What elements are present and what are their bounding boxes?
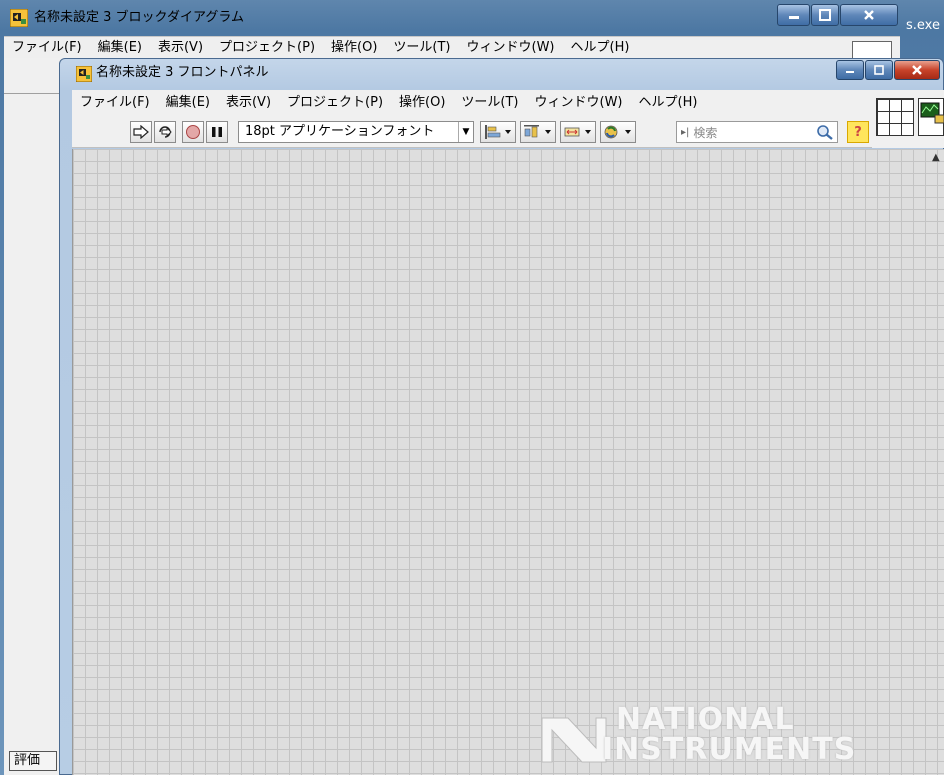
bd-minimize-button[interactable]: [777, 4, 810, 26]
bd-menu-help[interactable]: ヘルプ(H): [563, 38, 638, 58]
stop-icon: [186, 125, 200, 139]
distribute-objects-button[interactable]: [520, 121, 556, 143]
run-continuously-button[interactable]: [154, 121, 176, 143]
fp-menu-window[interactable]: ウィンドウ(W): [527, 93, 631, 113]
maximize-icon: [874, 65, 884, 75]
block-diagram-title: 名称未設定 3 ブロックダイアグラム: [34, 10, 244, 25]
fp-menu-file[interactable]: ファイル(F): [72, 93, 158, 113]
connector-pane[interactable]: [876, 98, 914, 136]
pause-button[interactable]: [206, 121, 228, 143]
national-instruments-watermark: NATIONAL INSTRUMENTS: [538, 700, 855, 775]
font-select-value: 18pt アプリケーションフォント: [245, 124, 435, 139]
minimize-icon: [846, 71, 854, 73]
font-select[interactable]: 18pt アプリケーションフォント ▼: [238, 121, 474, 143]
context-help-button[interactable]: ?: [847, 121, 869, 143]
minimize-icon: [788, 16, 799, 19]
distribute-icon: [524, 125, 551, 138]
bd-menu-window[interactable]: ウィンドウ(W): [459, 38, 563, 58]
front-panel-app-icon: [75, 65, 93, 83]
search-caret-icon: ▸|: [681, 126, 690, 138]
fp-menu-view[interactable]: 表示(V): [218, 93, 279, 113]
search-input[interactable]: ▸| 検索: [676, 121, 838, 143]
search-icon: [817, 125, 833, 140]
close-icon: [912, 65, 922, 75]
reorder-icon: [604, 125, 631, 139]
watermark-line-2: INSTRUMENTS: [602, 732, 857, 767]
resize-icon: [564, 127, 591, 137]
align-icon: [485, 125, 511, 139]
bd-menu-file[interactable]: ファイル(F): [4, 38, 90, 58]
fp-minimize-button[interactable]: [836, 60, 864, 80]
dropdown-arrow-icon: ▼: [458, 122, 473, 142]
bd-menu-tools[interactable]: ツール(T): [385, 38, 458, 58]
watermark-line-1: NATIONAL: [616, 702, 795, 737]
bd-menu-edit[interactable]: 編集(E): [90, 38, 150, 58]
fp-icon-pane: [872, 90, 944, 148]
bd-menu-operate[interactable]: 操作(O): [323, 38, 385, 58]
fp-maximize-button[interactable]: [865, 60, 893, 80]
resize-objects-button[interactable]: [560, 121, 596, 143]
front-panel-menubar: ファイル(F) 編集(E) 表示(V) プロジェクト(P) 操作(O) ツール(…: [72, 90, 872, 116]
bd-close-button[interactable]: [840, 4, 898, 26]
run-button[interactable]: [130, 121, 152, 143]
bd-toolbar-divider: [4, 93, 64, 94]
ni-logo-icon: [541, 717, 607, 763]
bd-maximize-button[interactable]: [811, 4, 839, 26]
vi-icon[interactable]: [918, 98, 944, 136]
scroll-up-arrow-icon[interactable]: ▲: [932, 152, 942, 164]
labview-app-icon: [9, 8, 29, 28]
front-panel-canvas[interactable]: [72, 149, 944, 775]
close-icon: [864, 10, 874, 20]
evaluation-status-label: 評価: [9, 751, 57, 771]
abort-button[interactable]: [182, 121, 204, 143]
background-exe-label: s.exe: [906, 18, 940, 33]
bd-menu-project[interactable]: プロジェクト(P): [211, 38, 323, 58]
reorder-button[interactable]: [600, 121, 636, 143]
run-arrow-icon: [133, 125, 149, 139]
search-placeholder: 検索: [693, 125, 718, 140]
fp-menu-help[interactable]: ヘルプ(H): [631, 93, 706, 113]
front-panel-title: 名称未設定 3 フロントパネル: [96, 65, 269, 80]
fp-menu-operate[interactable]: 操作(O): [391, 93, 453, 113]
run-continuously-icon: [159, 126, 172, 138]
pause-icon: [212, 127, 222, 137]
front-panel-toolbar: 18pt アプリケーションフォント ▼ ▸| 検索 ?: [72, 116, 872, 148]
align-objects-button[interactable]: [480, 121, 516, 143]
vi-graph-icon: [920, 102, 944, 124]
fp-menu-tools[interactable]: ツール(T): [453, 93, 526, 113]
fp-menu-project[interactable]: プロジェクト(P): [279, 93, 391, 113]
bd-menu-view[interactable]: 表示(V): [150, 38, 211, 58]
maximize-icon: [819, 9, 831, 21]
fp-close-button[interactable]: [894, 60, 940, 80]
fp-menu-edit[interactable]: 編集(E): [158, 93, 218, 113]
block-diagram-menubar: ファイル(F) 編集(E) 表示(V) プロジェクト(P) 操作(O) ツール(…: [4, 36, 900, 58]
